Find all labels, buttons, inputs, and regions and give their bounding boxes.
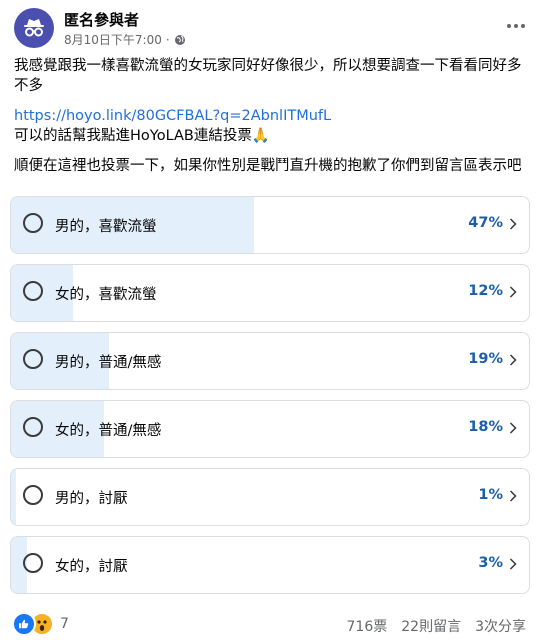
- poll-option-percent: 3%: [478, 555, 503, 571]
- poll-option-fill: [11, 469, 17, 525]
- post-body: 我感覺跟我一樣喜歡流螢的女玩家同好好像很少，所以想要調查一下看看同好多不多 ht…: [14, 56, 524, 176]
- radio-button[interactable]: [23, 281, 43, 301]
- poll-option[interactable]: 男的，討厭 1%: [10, 468, 530, 526]
- share-count[interactable]: 3次分享: [475, 616, 526, 636]
- post-header: 匿名參與者 8月10日下午7:00 ·: [10, 8, 532, 52]
- comment-count[interactable]: 22則留言: [401, 616, 461, 636]
- radio-button[interactable]: [23, 553, 43, 573]
- hoyolab-link[interactable]: https://hoyo.link/80GCFBAL?q=2AbnlITMufL: [14, 108, 331, 124]
- radio-button[interactable]: [23, 417, 43, 437]
- poll-option[interactable]: 男的，普通/無感 19%: [10, 332, 530, 390]
- chevron-right-icon: [509, 218, 517, 230]
- poll-option-label: 女的，普通/無感: [55, 423, 162, 439]
- poll-option-percent: 12%: [468, 283, 503, 299]
- vote-count[interactable]: 716票: [347, 616, 388, 636]
- chevron-right-icon: [509, 422, 517, 434]
- avatar[interactable]: [14, 8, 54, 48]
- poll-option-label: 女的，討厭: [55, 559, 128, 575]
- reaction-count: 7: [60, 616, 69, 632]
- post-stats: 716票 22則留言 3次分享: [347, 616, 526, 636]
- post-footer: 7 716票 22則留言 3次分享: [10, 610, 530, 636]
- poll-option-label: 男的，討厭: [55, 491, 128, 507]
- poll-option-label: 女的，喜歡流螢: [55, 287, 157, 303]
- reactions-summary[interactable]: 7: [12, 612, 69, 636]
- poll: 男的，喜歡流螢 47% 女的，喜歡流螢 12% 男的，普通/無感 19% 女的，…: [10, 196, 530, 604]
- poll-option[interactable]: 女的，普通/無感 18%: [10, 400, 530, 458]
- body-line-intro: 我感覺跟我一樣喜歡流螢的女玩家同好好像很少，所以想要調查一下看看同好多不多: [14, 58, 522, 94]
- poll-option-percent: 18%: [468, 419, 503, 435]
- poll-option-percent: 19%: [468, 351, 503, 367]
- like-reaction-icon: [12, 612, 36, 636]
- poll-option[interactable]: 男的，喜歡流螢 47%: [10, 196, 530, 254]
- chevron-right-icon: [509, 286, 517, 298]
- radio-button[interactable]: [23, 485, 43, 505]
- poll-option-percent: 1%: [478, 487, 503, 503]
- post-meta: 8月10日下午7:00 ·: [64, 31, 186, 48]
- globe-icon: [174, 34, 185, 45]
- poll-option-percent: 47%: [468, 215, 503, 231]
- meta-separator: ·: [165, 32, 170, 47]
- radio-button[interactable]: [23, 349, 43, 369]
- chevron-right-icon: [509, 354, 517, 366]
- more-horizontal-icon[interactable]: [504, 16, 528, 36]
- poll-option-label: 男的，喜歡流螢: [55, 219, 157, 235]
- chevron-right-icon: [509, 490, 517, 502]
- radio-button[interactable]: [23, 213, 43, 233]
- post-timestamp[interactable]: 8月10日下午7:00: [64, 31, 162, 48]
- author-name[interactable]: 匿名參與者: [64, 9, 139, 30]
- anonymous-incognito-icon: [24, 19, 44, 37]
- poll-option[interactable]: 女的，喜歡流螢 12%: [10, 264, 530, 322]
- body-line-note: 順便在這裡也投票一下，如果你性別是戰鬥直升機的抱歉了你們到留言區表示吧: [14, 158, 522, 174]
- poll-option[interactable]: 女的，討厭 3%: [10, 536, 530, 594]
- chevron-right-icon: [509, 558, 517, 570]
- body-line-vote-request: 可以的話幫我點進HoYoLAB連結投票🙏: [14, 128, 270, 144]
- poll-option-label: 男的，普通/無感: [55, 355, 162, 371]
